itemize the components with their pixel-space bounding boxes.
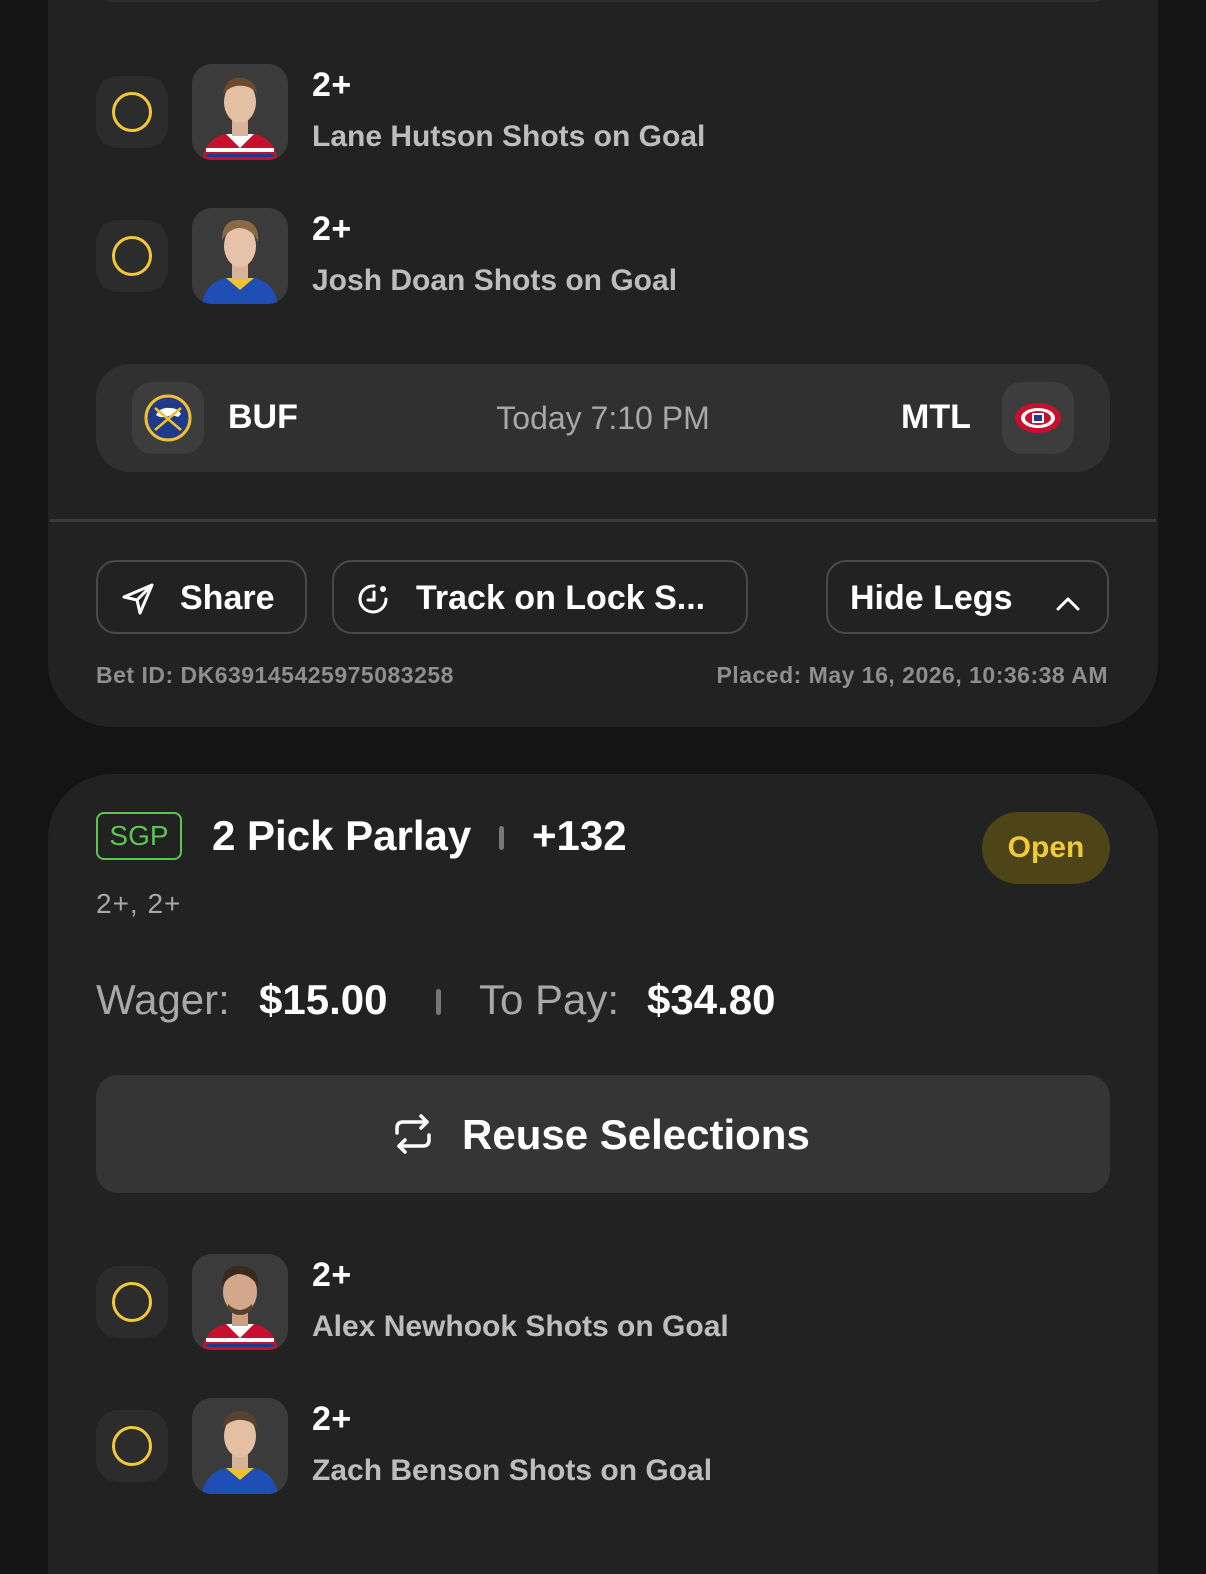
- reuse-selections-button[interactable]: Reuse Selections: [96, 1075, 1110, 1193]
- leg-line: 2+: [312, 1256, 352, 1294]
- wager-amount: $15.00: [259, 976, 388, 1023]
- bet-title: 2 Pick Parlay: [212, 812, 472, 859]
- to-pay-amount: $34.80: [647, 976, 776, 1023]
- send-arrow-icon: [120, 581, 156, 626]
- bet-id: Bet ID: DK639145425975083258: [96, 662, 454, 688]
- legs-summary: 2+, 2+: [96, 888, 182, 919]
- placed-timestamp: Placed: May 16, 2026, 10:36:38 AM: [716, 662, 1108, 688]
- pending-circle-icon: [112, 236, 152, 276]
- player-headshot: [192, 208, 288, 304]
- share-label: Share: [180, 579, 275, 617]
- card-top-edge: [100, 0, 1106, 2]
- to-pay-label: To Pay:: [479, 976, 620, 1023]
- leg-row[interactable]: 2+ Alex Newhook Shots on Goal: [96, 1254, 1096, 1354]
- bet-odds: +132: [532, 812, 627, 859]
- leg-line: 2+: [312, 1400, 352, 1438]
- status-badge: Open: [982, 812, 1110, 884]
- pending-circle-icon: [112, 1282, 152, 1322]
- leg-market: Alex Newhook Shots on Goal: [312, 1310, 729, 1343]
- leg-line: 2+: [312, 66, 352, 104]
- leg-status-indicator: [96, 76, 168, 148]
- hide-legs-label: Hide Legs: [850, 579, 1013, 617]
- card-divider: [50, 519, 1156, 522]
- leg-market: Zach Benson Shots on Goal: [312, 1454, 713, 1487]
- leg-row[interactable]: 2+ Lane Hutson Shots on Goal: [96, 64, 1096, 164]
- leg-row[interactable]: 2+ Josh Doan Shots on Goal: [96, 208, 1096, 308]
- leg-status-indicator: [96, 1410, 168, 1482]
- share-button[interactable]: Share: [96, 560, 307, 634]
- leg-status-indicator: [96, 1266, 168, 1338]
- track-lock-screen-button[interactable]: Track on Lock S...: [332, 560, 748, 634]
- wager-label: Wager:: [96, 976, 230, 1023]
- leg-row[interactable]: 2+ Zach Benson Shots on Goal: [96, 1398, 1096, 1498]
- timer-icon: [356, 581, 392, 626]
- leg-market: Josh Doan Shots on Goal: [312, 264, 678, 297]
- title-separator: [499, 826, 504, 850]
- home-team-abbr: MTL: [901, 398, 971, 436]
- hide-legs-button[interactable]: Hide Legs: [826, 560, 1109, 634]
- pending-circle-icon: [112, 92, 152, 132]
- track-label: Track on Lock S...: [416, 579, 706, 617]
- repeat-arrows-icon: [392, 1113, 434, 1165]
- leg-line: 2+: [312, 210, 352, 248]
- leg-status-indicator: [96, 220, 168, 292]
- amount-separator: [436, 989, 441, 1015]
- player-headshot: [192, 1254, 288, 1350]
- leg-market: Lane Hutson Shots on Goal: [312, 120, 706, 153]
- sgp-badge: SGP: [96, 812, 182, 860]
- player-headshot: [192, 64, 288, 160]
- game-matchup-bar[interactable]: BUF Today 7:10 PM MTL: [96, 364, 1110, 472]
- pending-circle-icon: [112, 1426, 152, 1466]
- montreal-canadiens-logo-icon: [1002, 382, 1074, 454]
- chevron-up-icon: [1054, 586, 1082, 625]
- player-headshot: [192, 1398, 288, 1494]
- reuse-label: Reuse Selections: [462, 1111, 810, 1158]
